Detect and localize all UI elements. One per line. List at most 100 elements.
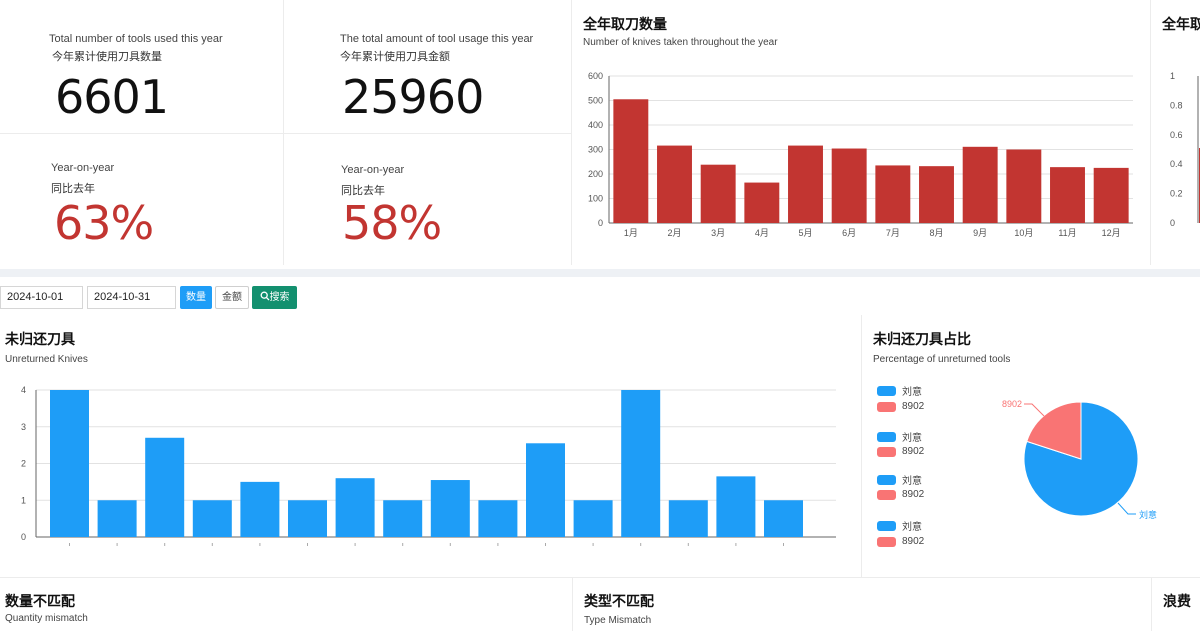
quantity-mismatch-header: 数量不匹配 Quantity mismatch bbox=[5, 591, 88, 624]
start-date-input[interactable]: 2024-10-01 bbox=[0, 286, 83, 309]
chart-title: 未归还刀具 bbox=[5, 331, 75, 347]
legend-item[interactable]: 刘意 bbox=[877, 383, 922, 398]
legend-swatch bbox=[877, 536, 896, 547]
stat-value-tools-amount: 25960 bbox=[342, 70, 484, 124]
stat-label-zh: 今年累计使用刀具金额 bbox=[340, 51, 450, 63]
slice-label: 8902 bbox=[1002, 399, 1022, 409]
legend-item[interactable]: 8902 bbox=[877, 446, 924, 457]
legend-label: 刘意 bbox=[902, 522, 922, 533]
divider bbox=[0, 577, 1200, 578]
legend-swatch bbox=[877, 520, 896, 531]
legend-label: 刘意 bbox=[902, 476, 922, 487]
x-tick-label: 10月 bbox=[1014, 228, 1033, 238]
stat-yoy-count: Year-on-year 同比去年 bbox=[51, 162, 114, 196]
stat-value-tools-used: 6601 bbox=[55, 70, 169, 124]
bar bbox=[716, 476, 756, 537]
waste-title: 浪费 bbox=[1163, 593, 1191, 609]
bar bbox=[764, 500, 803, 537]
y-tick-label: 100 bbox=[588, 194, 603, 204]
annual-chart-header: 全年取刀数量 Number of knives taken throughout… bbox=[583, 14, 778, 48]
legend-item[interactable]: 8902 bbox=[877, 401, 924, 412]
x-tick-label: 3月 bbox=[711, 228, 725, 238]
legend-item[interactable]: 8902 bbox=[877, 536, 924, 547]
pie-chart-header: 未归还刀具占比 Percentage of unreturned tools bbox=[873, 329, 1010, 365]
legend-item[interactable]: 刘意 bbox=[877, 472, 922, 487]
divider bbox=[572, 577, 573, 631]
bar bbox=[1006, 149, 1042, 223]
legend-swatch bbox=[877, 489, 896, 500]
stat-label-zh: 今年累计使用刀具数量 bbox=[52, 51, 162, 63]
divider bbox=[0, 133, 571, 134]
legend-swatch bbox=[877, 401, 896, 412]
legend-swatch bbox=[877, 446, 896, 457]
leader-line bbox=[1117, 502, 1136, 515]
stat-tools-used: Total number of tools used this year 今年累… bbox=[49, 33, 223, 64]
bar bbox=[875, 165, 911, 223]
y-tick-label: 2 bbox=[21, 459, 26, 469]
x-tick-label: 9月 bbox=[973, 228, 987, 238]
y-tick-label: 0 bbox=[1170, 218, 1175, 228]
bar bbox=[383, 500, 423, 537]
bar bbox=[192, 500, 232, 537]
x-tick-label: 8月 bbox=[929, 228, 943, 238]
annual-bar-chart: 0 100 200 300 400 500 600 1月 2月 3月 4月 5月 6月 7月 8月 9月 10月… bbox=[588, 71, 1133, 238]
bar bbox=[526, 443, 565, 537]
bar bbox=[478, 500, 518, 537]
legend-label: 刘意 bbox=[902, 387, 922, 398]
stat-yoy-amount: Year-on-year 同比去年 bbox=[341, 164, 404, 198]
legend-label: 刘意 bbox=[902, 433, 922, 444]
unreturned-chart-header: 未归还刀具 Unreturned Knives bbox=[5, 329, 88, 365]
quantity-button[interactable]: 数量 bbox=[180, 286, 212, 309]
section-title: 数量不匹配 bbox=[5, 593, 75, 609]
bar bbox=[962, 146, 998, 223]
y-tick-label: 200 bbox=[588, 169, 603, 179]
stat-label-en: The total amount of tool usage this year bbox=[340, 33, 534, 45]
bar bbox=[573, 500, 613, 537]
y-tick-label: 1 bbox=[1170, 71, 1175, 81]
legend-label: 8902 bbox=[902, 489, 925, 500]
section-subtitle: Quantity mismatch bbox=[5, 613, 88, 624]
x-tick-label: 2月 bbox=[667, 228, 681, 238]
divider bbox=[861, 315, 862, 577]
unreturned-bar-chart: 0 1 2 3 4 bbox=[21, 385, 836, 546]
x-tick-label: 4月 bbox=[755, 228, 769, 238]
end-date-input[interactable]: 2024-10-31 bbox=[87, 286, 176, 309]
bar bbox=[1093, 167, 1129, 223]
search-icon bbox=[260, 291, 269, 301]
bar bbox=[744, 182, 780, 223]
legend-swatch bbox=[877, 385, 896, 396]
chart-subtitle: Number of knives taken throughout the ye… bbox=[583, 37, 778, 48]
legend-item[interactable]: 刘意 bbox=[877, 518, 922, 533]
section-separator bbox=[0, 269, 1200, 277]
bar bbox=[668, 500, 708, 537]
x-tick-label: 7月 bbox=[886, 228, 900, 238]
search-label: 搜索 bbox=[269, 292, 290, 303]
stat-tools-amount: The total amount of tool usage this year… bbox=[340, 33, 533, 64]
amount-button[interactable]: 金额 bbox=[215, 286, 249, 309]
clipped-bar-chart: 0 0.2 0.4 0.6 0.8 1 bbox=[1170, 71, 1200, 228]
chart-title: 未归还刀具占比 bbox=[873, 331, 971, 347]
legend-item[interactable]: 刘意 bbox=[877, 429, 922, 444]
y-tick-label: 3 bbox=[21, 422, 26, 432]
legend-label: 8902 bbox=[902, 536, 925, 547]
chart-subtitle: Percentage of unreturned tools bbox=[873, 354, 1011, 365]
y-tick-label: 500 bbox=[588, 96, 603, 106]
stat-label-en: Year-on-year bbox=[51, 162, 115, 174]
clipped-chart-title: 全年取刀 bbox=[1162, 16, 1200, 32]
bar bbox=[240, 481, 280, 537]
y-tick-label: 0 bbox=[21, 532, 26, 542]
y-tick-label: 300 bbox=[588, 145, 603, 155]
x-tick-label: 11月 bbox=[1058, 228, 1076, 238]
stat-label-en: Year-on-year bbox=[341, 164, 405, 176]
y-tick-label: 0.2 bbox=[1170, 189, 1183, 199]
legend-swatch bbox=[877, 474, 896, 485]
bar bbox=[145, 437, 185, 537]
legend-item[interactable]: 8902 bbox=[877, 489, 924, 500]
type-mismatch-header: 类型不匹配 Type Mismatch bbox=[584, 591, 654, 626]
leader-line bbox=[1024, 403, 1045, 417]
x-tick-label: 6月 bbox=[842, 228, 856, 238]
bar bbox=[621, 390, 661, 537]
divider bbox=[1151, 577, 1152, 631]
search-button[interactable]: 搜索 bbox=[252, 286, 297, 309]
y-tick-label: 1 bbox=[21, 495, 26, 505]
